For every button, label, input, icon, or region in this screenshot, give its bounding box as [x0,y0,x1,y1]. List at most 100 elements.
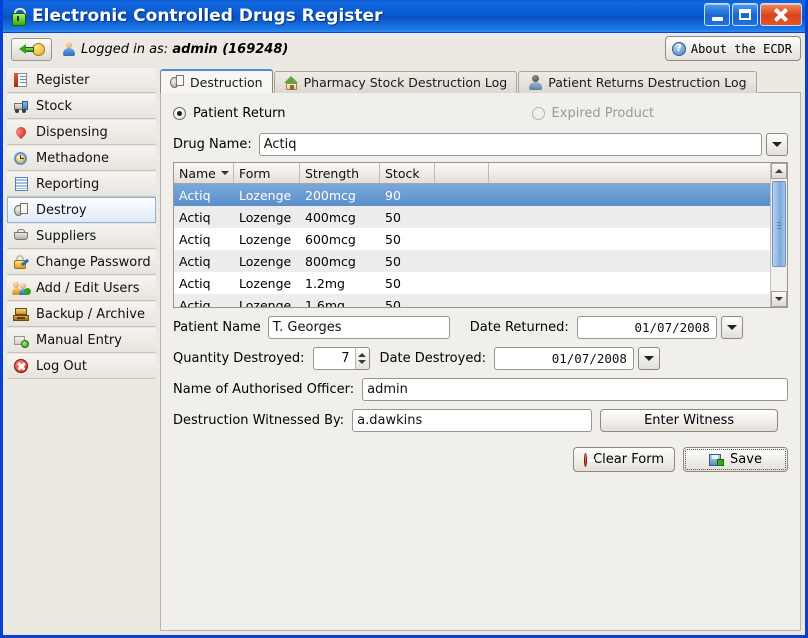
date-destroyed-label: Date Destroyed: [380,351,486,366]
tab-patient-returns-destruction-log[interactable]: Patient Returns Destruction Log [518,71,756,93]
date-returned-label: Date Returned: [470,320,569,335]
sidebar-item-suppliers[interactable]: Suppliers [7,223,156,249]
stock-icon [13,98,30,114]
scroll-down-button[interactable] [771,291,787,307]
tab-label: Pharmacy Stock Destruction Log [304,75,508,90]
patient-icon [528,75,543,90]
chevron-down-icon [644,356,654,361]
stepper-up-icon[interactable] [358,353,366,357]
clear-form-button[interactable]: Clear Form [573,447,675,472]
quantity-destroyed-input[interactable]: 7 [313,347,355,370]
clear-icon [584,453,587,467]
drug-name-input[interactable]: Actiq [259,133,762,156]
close-button[interactable] [760,3,802,26]
toolbar: Logged in as: admin (169248) ? About the… [3,33,805,65]
chevron-up-icon [775,169,783,173]
column-header-form[interactable]: Form [234,163,300,183]
drug-name-row: Drug Name: Actiq [173,132,788,156]
sidebar-item-change-password[interactable]: Change Password [7,249,156,275]
sidebar-item-label: Reporting [36,177,99,192]
close-icon [773,7,789,23]
about-ecdr-button[interactable]: ? About the ECDR [665,36,801,61]
table-row[interactable]: Actiq Lozenge 400mcg 50 [174,206,770,228]
sidebar-item-stock[interactable]: Stock [7,93,156,119]
cell-name: Actiq [174,232,234,247]
sidebar-item-methadone[interactable]: Methadone [7,145,156,171]
switch-user-icon [19,42,45,57]
sidebar-item-add-edit-users[interactable]: Add / Edit Users [7,275,156,301]
sidebar-item-register[interactable]: Register [7,67,156,93]
radio-expired-product[interactable]: Expired Product [532,106,655,121]
sidebar-item-label: Dispensing [36,125,108,140]
cell-form: Lozenge [234,210,300,225]
sidebar-item-backup-archive[interactable]: Backup / Archive [7,301,156,327]
switch-user-button[interactable] [11,38,52,61]
witness-input[interactable]: a.dawkins [352,409,592,432]
cell-stock: 50 [380,232,435,247]
action-button-row: Clear Form Save [173,447,788,472]
table-row[interactable]: Actiq Lozenge 600mcg 50 [174,228,770,250]
table-row[interactable]: Actiq Lozenge 200mcg 90 [174,184,770,206]
quantity-stepper[interactable] [355,347,370,370]
sidebar-item-manual-entry[interactable]: Manual Entry [7,327,156,353]
patient-name-label: Patient Name [173,320,261,335]
column-header-label: Name [179,166,216,181]
cell-name: Actiq [174,210,234,225]
tab-pharmacy-stock-destruction-log[interactable]: Pharmacy Stock Destruction Log [274,71,518,93]
sidebar-item-label: Suppliers [36,229,96,244]
patient-name-input[interactable]: T. Georges [268,316,450,339]
window-controls [704,3,802,26]
column-header-strength[interactable]: Strength [300,163,380,183]
stepper-down-icon[interactable] [358,360,366,364]
tab-destruction[interactable]: Destruction [160,69,273,93]
sidebar-item-destroy[interactable]: Destroy [7,197,156,223]
column-header-stock[interactable]: Stock [380,163,435,183]
date-returned-dropdown-button[interactable] [721,316,743,339]
radio-indicator [532,107,545,120]
scrollbar-thumb[interactable] [772,181,786,267]
cell-name: Actiq [174,298,234,308]
methadone-icon [13,150,30,166]
sidebar-item-dispensing[interactable]: Dispensing [7,119,156,145]
table-vertical-scrollbar[interactable] [770,163,787,307]
destroy-icon [170,75,185,90]
date-destroyed-input[interactable]: 01/07/2008 [494,347,634,370]
witness-label: Destruction Witnessed By: [173,413,344,428]
table-row[interactable]: Actiq Lozenge 1.6mg 50 [174,294,770,307]
sidebar-item-log-out[interactable]: Log Out [7,353,156,379]
patient-name-row: Patient Name T. Georges Date Returned: 0… [173,316,788,339]
date-returned-input[interactable]: 01/07/2008 [577,316,717,339]
save-button[interactable]: Save [683,447,788,472]
cell-stock: 50 [380,254,435,269]
destruction-type-radio-group: Patient Return Expired Product [173,103,788,123]
table-row[interactable]: Actiq Lozenge 1.2mg 50 [174,272,770,294]
scrollbar-track[interactable] [771,179,787,291]
cell-form: Lozenge [234,254,300,269]
sidebar-item-label: Stock [36,99,72,114]
minimize-button[interactable] [704,3,730,26]
enter-witness-button[interactable]: Enter Witness [600,409,778,432]
sort-descending-icon [221,171,229,175]
title-bar: Electronic Controlled Drugs Register [3,0,805,33]
body-area: Register Stock Dispensing Methadone Repo… [3,65,805,635]
column-header-extra[interactable] [435,163,489,183]
column-header-label: Strength [305,166,359,181]
radio-patient-return[interactable]: Patient Return [173,106,286,121]
radio-label: Patient Return [193,106,286,121]
scroll-up-button[interactable] [771,163,787,179]
sidebar-item-reporting[interactable]: Reporting [7,171,156,197]
column-header-label: Form [239,166,271,181]
drug-name-dropdown-button[interactable] [766,133,788,156]
maximize-button[interactable] [732,3,758,26]
quantity-destroyed-row: Quantity Destroyed: 7 Date Destroyed: 01… [173,347,788,370]
cell-strength: 1.2mg [300,276,380,291]
manual-icon [13,332,30,348]
cell-name: Actiq [174,188,234,203]
table-row[interactable]: Actiq Lozenge 800mcg 50 [174,250,770,272]
authorised-officer-input[interactable]: admin [362,378,788,401]
chevron-down-icon [772,142,782,147]
table-header-row: Name Form Strength Stock [174,163,770,184]
column-header-name[interactable]: Name [174,163,234,183]
quantity-destroyed-label: Quantity Destroyed: [173,351,305,366]
date-destroyed-dropdown-button[interactable] [638,347,660,370]
